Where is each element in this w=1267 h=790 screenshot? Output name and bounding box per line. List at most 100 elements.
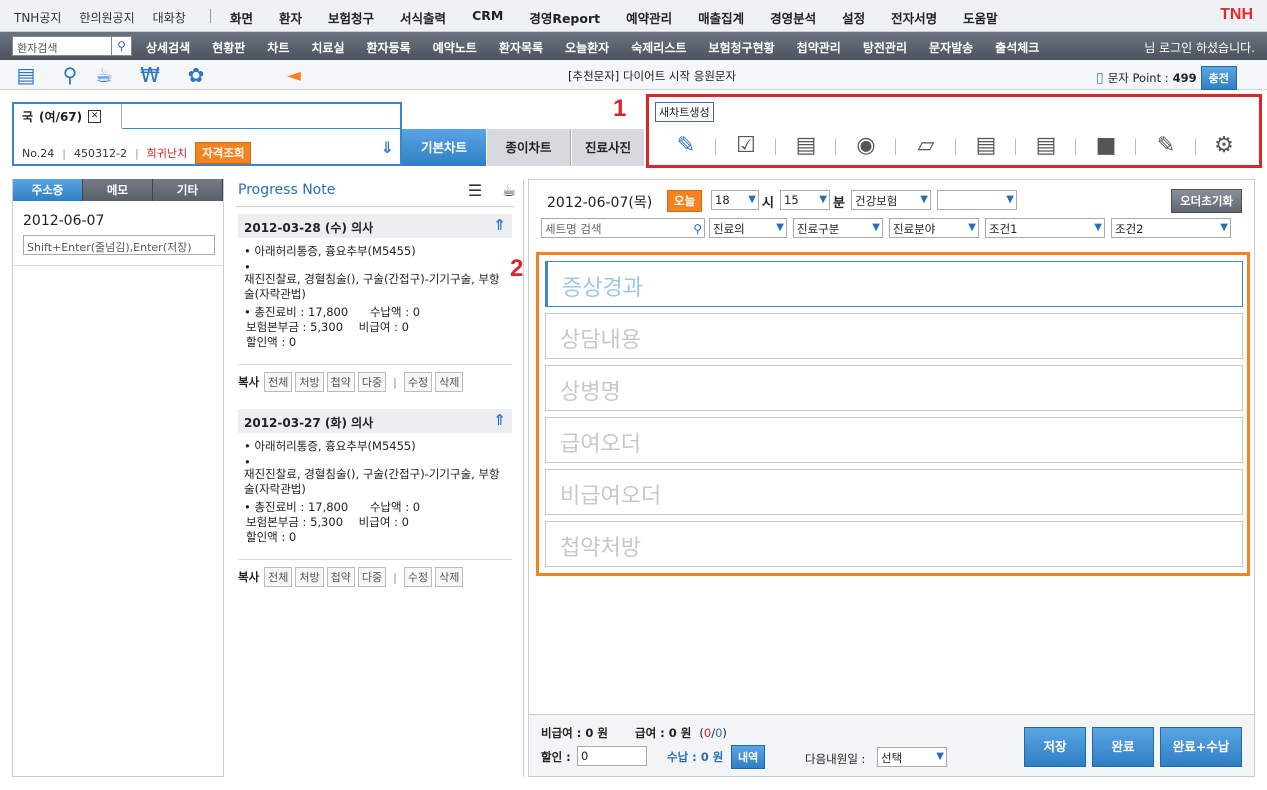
- money-bag-icon[interactable]: ₩: [138, 64, 162, 86]
- category-filter-select[interactable]: 진료구분 ▼: [793, 218, 883, 238]
- search-icon[interactable]: ⚲: [693, 222, 702, 236]
- list-icon[interactable]: ☰: [464, 181, 486, 201]
- document-icon[interactable]: ▤: [969, 131, 1003, 161]
- menu-reservation[interactable]: 예약관리: [626, 8, 672, 27]
- edit-button[interactable]: 수정: [403, 567, 433, 587]
- section-diagnosis[interactable]: 상병명: [545, 365, 1243, 411]
- detail-button[interactable]: 내역: [731, 745, 766, 769]
- copy-all-button[interactable]: 전체: [264, 567, 293, 587]
- nav-detail-search[interactable]: 상세검색: [146, 39, 190, 56]
- medicine-bowl-icon[interactable]: ☕: [92, 64, 116, 86]
- menu-insurance-claim[interactable]: 보험청구: [328, 8, 374, 27]
- nav-patient-register[interactable]: 환자등록: [367, 39, 411, 56]
- tab-chief-complaint[interactable]: 주소증: [13, 179, 83, 201]
- complete-button[interactable]: 완료: [1092, 727, 1154, 767]
- nav-claim-status[interactable]: 보험청구현황: [708, 39, 774, 56]
- clipboard-icon[interactable]: ✎: [1149, 131, 1183, 161]
- tab-etc[interactable]: 기타: [153, 179, 223, 201]
- id-badge-icon[interactable]: ▱: [909, 131, 943, 161]
- discount-input[interactable]: 0: [577, 746, 647, 766]
- menu-help[interactable]: 도움말: [963, 8, 998, 27]
- menu-tnh-notice[interactable]: TNH공지: [14, 9, 61, 26]
- folder-icon[interactable]: ■: [1089, 131, 1123, 161]
- collapse-icon[interactable]: ⇑: [493, 216, 506, 234]
- condition1-select[interactable]: 조건1 ▼: [985, 218, 1105, 238]
- copy-herbal-button[interactable]: 첩약: [326, 372, 355, 392]
- chevron-down-icon[interactable]: ⇓: [381, 138, 394, 157]
- hour-select[interactable]: 18 ▼: [711, 190, 759, 210]
- eligibility-button[interactable]: 자격조회: [195, 142, 252, 164]
- nav-status-board[interactable]: 현황판: [212, 39, 245, 56]
- doctor-icon[interactable]: ⚲: [58, 64, 82, 86]
- insurance-select[interactable]: 건강보험 ▼: [851, 190, 931, 210]
- tab-basic-chart[interactable]: 기본차트: [402, 129, 486, 166]
- set-search-input[interactable]: 세트명 검색 ⚲: [541, 218, 705, 238]
- nav-chart[interactable]: 차트: [267, 39, 289, 56]
- tab-memo[interactable]: 메모: [83, 179, 153, 201]
- clover-icon[interactable]: ✿: [184, 64, 208, 86]
- search-icon[interactable]: ⚲: [112, 36, 132, 56]
- menu-chat[interactable]: 대화창: [153, 9, 186, 26]
- nav-homework-list[interactable]: 숙제리스트: [631, 39, 686, 56]
- menu-settings[interactable]: 설정: [842, 8, 865, 27]
- copy-all-button[interactable]: 전체: [264, 372, 293, 392]
- collapse-icon[interactable]: ⇑: [493, 411, 506, 429]
- save-button[interactable]: 저장: [1024, 727, 1086, 767]
- section-symptom-progress[interactable]: 증상경과: [545, 261, 1243, 307]
- copy-prescription-button[interactable]: 처방: [295, 372, 324, 392]
- nav-attendance[interactable]: 출석체크: [995, 39, 1039, 56]
- nav-patient-list[interactable]: 환자목록: [499, 39, 543, 56]
- patient-tab[interactable]: 국 (여/67) ✕: [14, 104, 122, 128]
- today-button[interactable]: 오늘: [667, 190, 703, 212]
- field-filter-select[interactable]: 진료분야 ▼: [889, 218, 979, 238]
- monitor-icon[interactable]: ▤: [14, 64, 38, 86]
- laptop-icon[interactable]: ▤: [789, 131, 823, 161]
- nav-treatment-room[interactable]: 치료실: [311, 39, 344, 56]
- delete-button[interactable]: 삭제: [435, 372, 464, 392]
- menu-report[interactable]: 경영Report: [529, 8, 600, 27]
- medicine-add-icon[interactable]: ☕: [498, 181, 520, 201]
- settings-icon[interactable]: ⚙: [1207, 131, 1241, 161]
- recommend-notice[interactable]: [추천문자] 다이어트 시작 응원문자: [568, 68, 736, 84]
- complete-pay-button[interactable]: 완료+수납: [1160, 727, 1242, 767]
- checklist-icon[interactable]: ☑: [729, 131, 763, 161]
- section-consultation[interactable]: 상담내용: [545, 313, 1243, 359]
- tab-paper-chart[interactable]: 종이차트: [487, 129, 571, 166]
- delete-button[interactable]: 삭제: [435, 567, 464, 587]
- menu-analysis[interactable]: 경영분석: [770, 8, 816, 27]
- section-noninsured-order[interactable]: 비급여오더: [545, 469, 1243, 515]
- tab-clinic-photo[interactable]: 진료사진: [572, 129, 644, 166]
- next-visit-select[interactable]: 선택 ▼: [877, 747, 947, 767]
- doctor-filter-select[interactable]: 진료의 ▼: [709, 218, 787, 238]
- order-reset-button[interactable]: 오더초기화: [1171, 189, 1242, 213]
- copy-multi-button[interactable]: 다중: [357, 372, 387, 392]
- copy-herbal-button[interactable]: 첩약: [326, 567, 355, 587]
- nav-sms-send[interactable]: 문자발송: [929, 39, 973, 56]
- menu-crm[interactable]: CRM: [472, 8, 503, 27]
- edit-button[interactable]: 수정: [403, 372, 433, 392]
- menu-sales[interactable]: 매출집계: [698, 8, 744, 27]
- nav-reservation-note[interactable]: 예약노트: [433, 39, 477, 56]
- section-herbal-prescription[interactable]: 첩약처방: [545, 521, 1243, 567]
- copy-multi-button[interactable]: 다중: [357, 567, 387, 587]
- nav-today-patients[interactable]: 오늘환자: [565, 39, 609, 56]
- nav-herbal-manage[interactable]: 첩약관리: [797, 39, 841, 56]
- menu-form-print[interactable]: 서식출력: [400, 8, 446, 27]
- graph-icon[interactable]: ▤: [1029, 131, 1063, 161]
- minute-select[interactable]: 15 ▼: [780, 190, 830, 210]
- memo-input[interactable]: Shift+Enter(줄넘김),Enter(저장): [23, 235, 215, 255]
- speaker-icon[interactable]: ◄: [287, 65, 301, 86]
- menu-patient[interactable]: 환자: [279, 8, 302, 27]
- patient-search-input[interactable]: 환자검색: [12, 36, 112, 56]
- menu-e-signature[interactable]: 전자서명: [891, 8, 937, 27]
- charge-button[interactable]: 충전: [1200, 66, 1237, 90]
- section-insured-order[interactable]: 급여오더: [545, 417, 1243, 463]
- copy-prescription-button[interactable]: 처방: [295, 567, 324, 587]
- chart-edit-icon[interactable]: ✎: [669, 131, 703, 161]
- nav-decoction-manage[interactable]: 탕전관리: [863, 39, 907, 56]
- menu-clinic-notice[interactable]: 한의원공지: [79, 9, 134, 26]
- condition2-select[interactable]: 조건2 ▼: [1111, 218, 1231, 238]
- close-icon[interactable]: ✕: [88, 109, 102, 123]
- award-icon[interactable]: ◉: [849, 131, 883, 161]
- sub-insurance-select[interactable]: ▼: [937, 190, 1017, 210]
